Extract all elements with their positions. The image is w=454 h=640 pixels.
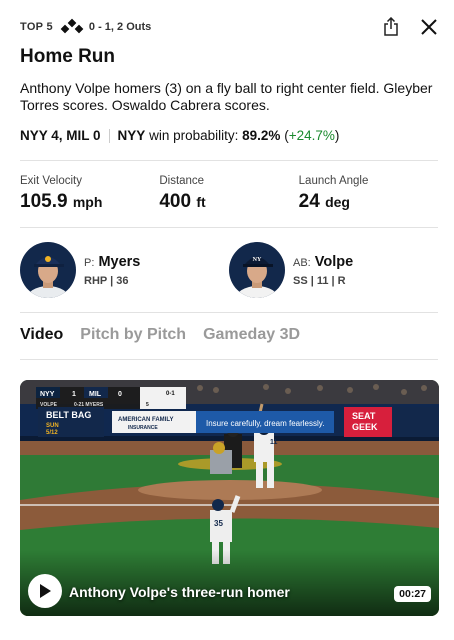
play-button[interactable] xyxy=(28,574,62,608)
wp-team: NYY xyxy=(117,128,146,143)
share-icon xyxy=(384,17,398,36)
divider xyxy=(20,227,438,228)
inning-label: TOP 5 xyxy=(20,21,53,33)
scorebug-pitcher: 0-21 MYERS xyxy=(74,402,104,408)
video-thumbnail: NYY 1 MIL 0 0-1 VOLPE 0-21 MYERS 5 BELT … xyxy=(20,380,439,616)
scorebug-away-score: 1 xyxy=(72,391,76,398)
pitcher-name: Myers xyxy=(98,253,141,270)
batter-name: Volpe xyxy=(314,253,354,270)
sign-belt-bag-date: 5/12 xyxy=(46,430,58,436)
sign-belt-bag-day: SUN xyxy=(46,423,59,429)
third-base-icon xyxy=(60,24,70,34)
batter-card[interactable]: NY AB: Volpe SS | 11 | R xyxy=(229,242,438,298)
divider xyxy=(20,160,438,161)
divider xyxy=(20,359,438,360)
close-icon xyxy=(421,19,437,35)
stat-value: 24 xyxy=(298,191,320,212)
stat-value: 400 xyxy=(159,191,192,212)
second-base-icon xyxy=(67,18,77,28)
matchup: P: Myers RHP | 36 NY AB: Volpe SS | 11 |… xyxy=(20,242,438,298)
tab-gameday-3d[interactable]: Gameday 3D xyxy=(203,326,300,344)
distance-stat: Distance 400 ft xyxy=(159,175,298,213)
batter-jersey-number: 11 xyxy=(270,439,278,446)
bases-indicator xyxy=(60,18,84,34)
divider xyxy=(108,128,110,143)
scorebug-count: 0-1 xyxy=(166,391,175,397)
video-player[interactable]: NYY 1 MIL 0 0-1 VOLPE 0-21 MYERS 5 BELT … xyxy=(20,380,439,616)
exit-velocity-stat: Exit Velocity 105.9 mph xyxy=(20,175,159,213)
hit-stats: Exit Velocity 105.9 mph Distance 400 ft … xyxy=(20,175,438,213)
top-bar: TOP 5 0 - 1, 2 Outs xyxy=(20,16,440,38)
game-score: NYY 4, MIL 0 xyxy=(20,128,101,143)
stat-unit: ft xyxy=(196,194,206,210)
share-button[interactable] xyxy=(380,16,402,38)
batter-role: AB: xyxy=(293,256,311,269)
wp-close-paren: ) xyxy=(334,128,340,143)
pitcher-jersey-number: 35 xyxy=(214,519,223,528)
sign-belt-bag: BELT BAG xyxy=(46,410,91,420)
batter-meta: SS | 11 | R xyxy=(293,274,346,287)
scorebug-home: MIL xyxy=(89,391,102,398)
pitcher-role: P: xyxy=(84,256,95,269)
svg-text:NY: NY xyxy=(253,257,262,263)
divider xyxy=(20,312,438,313)
scorebug-home-score: 0 xyxy=(118,391,122,398)
stat-unit: deg xyxy=(325,194,350,210)
scorebug-pitch-count: 5 xyxy=(146,402,149,408)
video-duration: 00:27 xyxy=(394,586,431,602)
pitcher-card[interactable]: P: Myers RHP | 36 xyxy=(20,242,229,298)
tab-pitch-by-pitch[interactable]: Pitch by Pitch xyxy=(80,326,186,344)
sign-insurance: INSURANCE xyxy=(128,425,158,431)
sign-geek: GEEK xyxy=(352,422,378,432)
wp-value: 89.2% xyxy=(242,128,281,143)
wp-delta: +24.7% xyxy=(288,128,335,143)
count-outs-label: 0 - 1, 2 Outs xyxy=(88,21,152,33)
stat-value: 105.9 xyxy=(20,191,68,212)
video-title: Anthony Volpe's three-run homer xyxy=(69,584,290,600)
score-line: NYY 4, MIL 0 NYY win probability: 89.2% … xyxy=(20,128,339,143)
stat-unit: mph xyxy=(72,194,103,210)
pitcher-avatar xyxy=(20,242,76,298)
first-base-icon xyxy=(74,24,84,34)
play-icon xyxy=(40,584,51,598)
close-button[interactable] xyxy=(418,16,440,38)
sign-seat: SEAT xyxy=(352,411,376,421)
wp-label: win probability: xyxy=(149,128,239,143)
play-title: Home Run xyxy=(20,46,115,67)
stat-label: Exit Velocity xyxy=(20,175,82,187)
stat-label: Distance xyxy=(159,175,205,187)
scorebug-away: NYY xyxy=(40,391,55,398)
stat-label: Launch Angle xyxy=(298,175,369,187)
launch-angle-stat: Launch Angle 24 deg xyxy=(299,175,438,213)
sign-slogan: Insure carefully, dream fearlessly. xyxy=(206,419,324,428)
tab-bar: Video Pitch by Pitch Gameday 3D xyxy=(20,326,300,344)
play-description: Anthony Volpe homers (3) on a fly ball t… xyxy=(20,80,433,113)
scorebug-batter: VOLPE xyxy=(40,402,58,408)
tab-video[interactable]: Video xyxy=(20,326,63,344)
pitcher-meta: RHP | 36 xyxy=(84,274,129,287)
batter-avatar: NY xyxy=(229,242,285,298)
sign-american-family: AMERICAN FAMILY xyxy=(118,417,173,423)
